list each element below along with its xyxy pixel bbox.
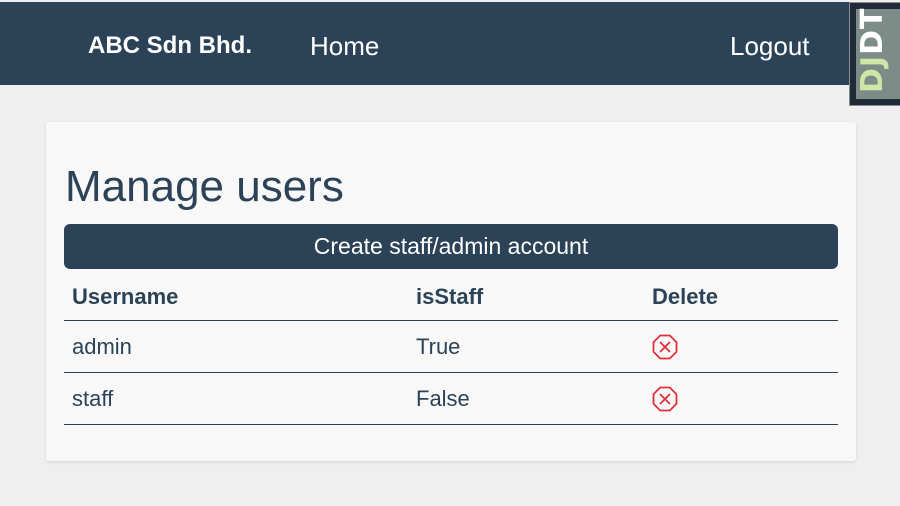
cell-isstaff: False (408, 372, 644, 425)
cell-username: staff (64, 372, 408, 425)
top-navbar: ABC Sdn Bhd. Home Logout (0, 2, 900, 85)
table-row: admin True (64, 320, 838, 373)
debug-toolbar-label-suffix: DT (855, 7, 890, 55)
cell-delete (644, 320, 838, 373)
header-delete: Delete (644, 274, 838, 321)
header-username: Username (64, 274, 408, 321)
nav-home-link[interactable]: Home (310, 30, 379, 62)
table-row: staff False (64, 372, 838, 425)
cell-isstaff: True (408, 320, 644, 373)
page-title: Manage users (65, 162, 344, 211)
table-header-row: Username isStaff Delete (64, 274, 838, 321)
debug-toolbar-label-prefix: DJ (855, 54, 890, 93)
cell-delete (644, 372, 838, 425)
header-isstaff: isStaff (408, 274, 644, 321)
brand-link[interactable]: ABC Sdn Bhd. (88, 30, 252, 62)
manage-users-card: Manage users Create staff/admin account … (46, 122, 856, 461)
create-account-button[interactable]: Create staff/admin account (64, 224, 838, 269)
cell-username: admin (64, 320, 408, 373)
delete-icon[interactable] (652, 334, 678, 360)
users-table: Username isStaff Delete admin True staff (64, 274, 838, 425)
debug-toolbar-label: DJDT (855, 7, 890, 93)
nav-logout-link[interactable]: Logout (730, 30, 810, 62)
delete-icon[interactable] (652, 386, 678, 412)
debug-toolbar-handle[interactable]: DJDT (849, 2, 900, 106)
